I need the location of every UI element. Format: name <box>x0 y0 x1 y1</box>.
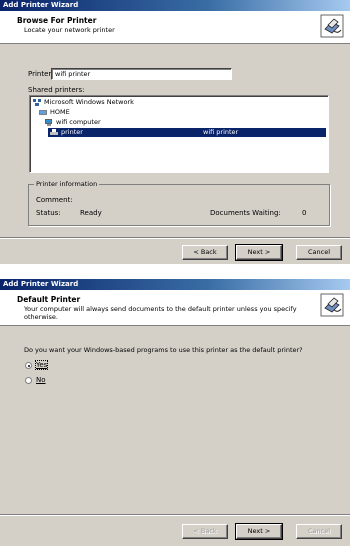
wizard-header: Browse For Printer Locate your network p… <box>0 11 350 44</box>
printer-information-title: Printer information <box>34 180 100 188</box>
back-button[interactable]: < Back <box>182 524 228 539</box>
workgroup-icon <box>39 109 47 115</box>
printer-label: Printer: <box>28 70 54 78</box>
printer-wizard-icon <box>320 293 344 317</box>
button-separator <box>0 514 350 516</box>
no-radio[interactable] <box>25 377 32 384</box>
window-title: Add Printer Wizard <box>3 1 79 9</box>
no-radio-label[interactable]: No <box>36 376 46 384</box>
documents-waiting-label: Documents Waiting: <box>210 209 281 217</box>
network-icon <box>33 98 41 106</box>
documents-waiting-value: 0 <box>302 209 307 217</box>
shared-printers-tree[interactable]: Microsoft Windows Network HOME wifi comp… <box>29 95 329 173</box>
tree-item-network[interactable]: Microsoft Windows Network <box>33 98 134 107</box>
next-button[interactable]: Next > <box>235 523 283 540</box>
yes-radio[interactable] <box>25 362 32 369</box>
yes-radio-label[interactable]: Yes <box>34 360 49 370</box>
next-button[interactable]: Next > <box>235 244 283 261</box>
status-label: Status: <box>36 209 61 217</box>
window-title: Add Printer Wizard <box>3 280 79 288</box>
tree-label: Microsoft Windows Network <box>44 98 134 106</box>
button-separator <box>0 237 350 239</box>
title-bar: Add Printer Wizard <box>0 279 350 290</box>
tree-label: wifi computer <box>56 118 101 126</box>
cancel-button[interactable]: Cancel <box>296 245 342 260</box>
printer-icon <box>50 128 58 135</box>
printer-wizard-icon <box>320 14 344 38</box>
shared-printers-label: Shared printers: <box>28 86 85 94</box>
comment-label: Comment: <box>36 196 73 204</box>
tree-label: HOME <box>50 108 70 116</box>
cancel-button[interactable]: Cancel <box>296 524 342 539</box>
title-bar: Add Printer Wizard <box>0 0 350 11</box>
default-printer-question: Do you want your Windows-based programs … <box>24 346 303 354</box>
tree-comment: wifi printer <box>203 128 239 136</box>
browse-printer-dialog: Add Printer Wizard Browse For Printer Lo… <box>0 0 350 264</box>
tree-item-home[interactable]: HOME <box>39 108 70 117</box>
printer-information-group <box>28 184 330 226</box>
header-title: Browse For Printer <box>17 16 97 25</box>
status-value: Ready <box>80 209 102 217</box>
tree-item-printer[interactable]: printer wifi printer <box>48 128 326 137</box>
back-button[interactable]: < Back <box>182 245 228 260</box>
wizard-header: Default Printer Your computer will alway… <box>0 290 350 326</box>
default-printer-dialog: Add Printer Wizard Default Printer Your … <box>0 279 350 546</box>
tree-label: printer <box>61 128 83 136</box>
computer-icon <box>45 118 52 126</box>
header-subtitle: Your computer will always send documents… <box>24 305 297 321</box>
printer-name-input[interactable]: wifi printer <box>51 68 232 80</box>
tree-item-computer[interactable]: wifi computer <box>45 118 101 127</box>
header-subtitle: Locate your network printer <box>24 26 115 34</box>
header-title: Default Printer <box>17 295 81 304</box>
